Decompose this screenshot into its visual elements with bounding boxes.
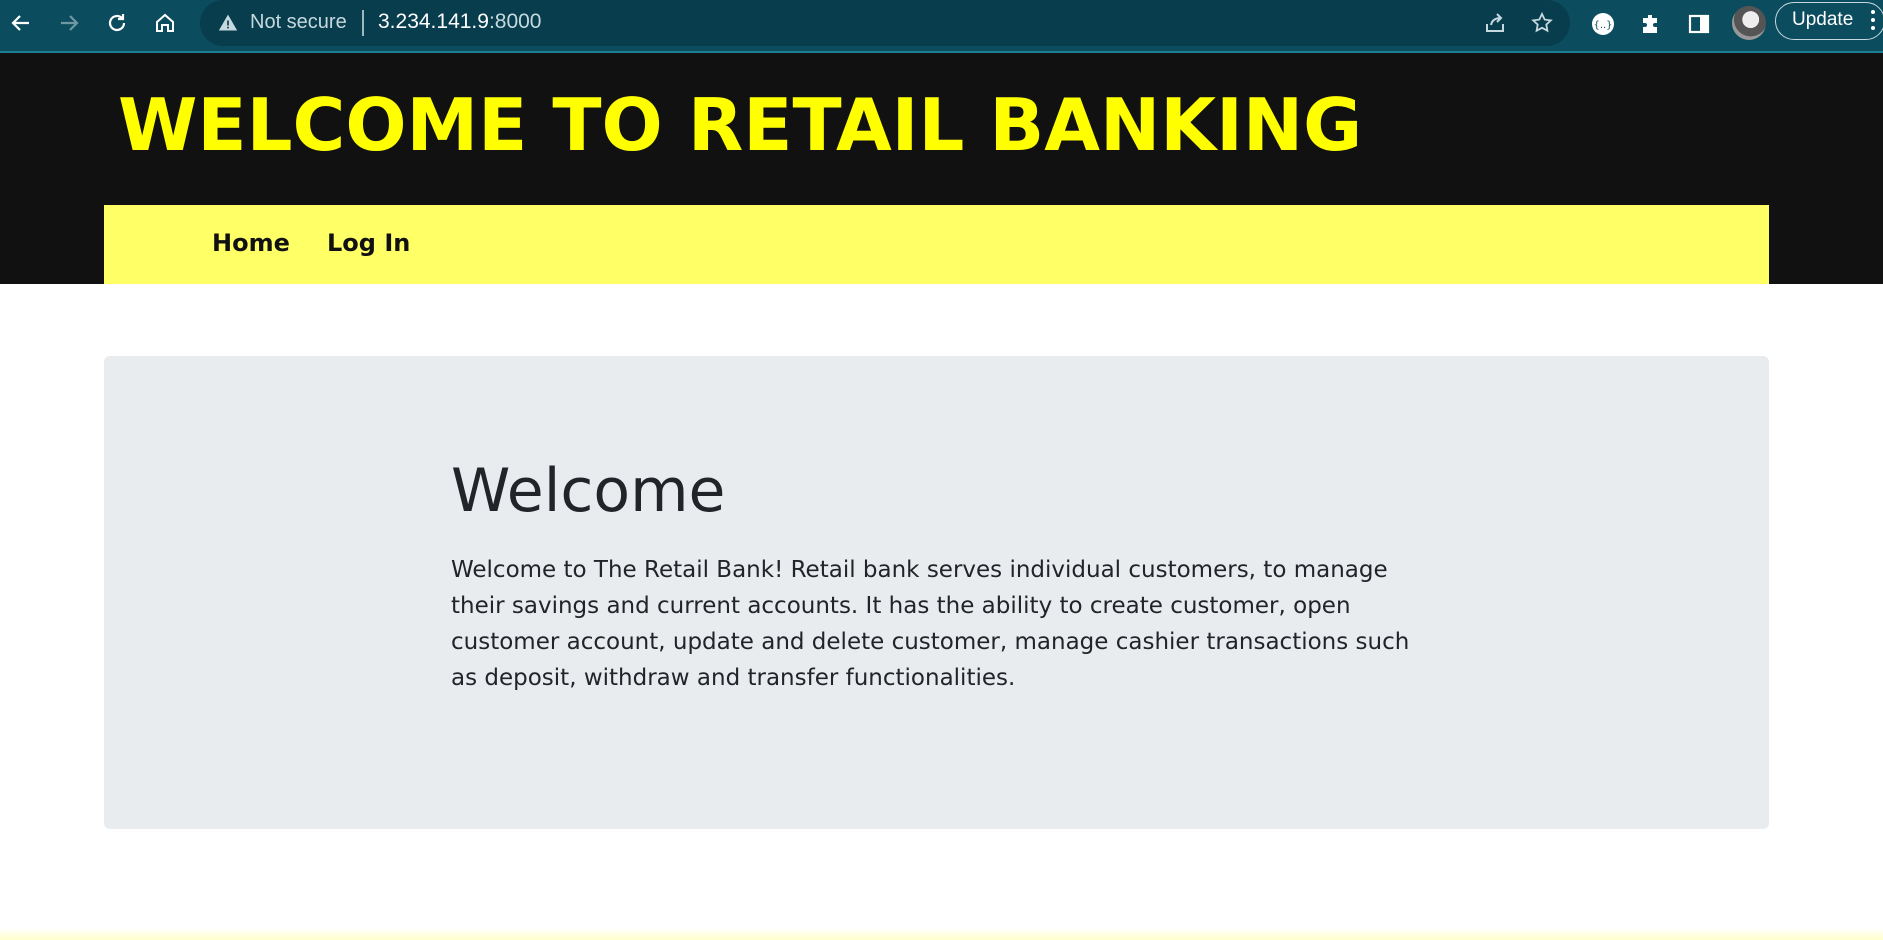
update-button[interactable]: Update xyxy=(1775,2,1883,40)
welcome-jumbotron: Welcome Welcome to The Retail Bank! Reta… xyxy=(104,356,1769,829)
footer-strip xyxy=(0,928,1883,940)
avatar[interactable] xyxy=(1731,5,1767,41)
site-title: WELCOME TO RETAIL BANKING xyxy=(118,83,1363,167)
menu-icon[interactable] xyxy=(1871,10,1877,34)
separator xyxy=(362,10,364,36)
url-text[interactable]: 3.234.141.9:8000 xyxy=(378,10,542,34)
reload-icon[interactable] xyxy=(102,8,132,38)
warning-icon xyxy=(218,13,238,37)
security-label[interactable]: Not secure xyxy=(250,11,347,34)
back-icon[interactable] xyxy=(6,8,36,38)
url-host: 3.234.141.9 xyxy=(378,10,489,33)
site-header: WELCOME TO RETAIL BANKING Home Log In xyxy=(0,53,1883,284)
side-panel-icon[interactable] xyxy=(1683,8,1715,40)
main-navbar: Home Log In xyxy=(104,205,1769,284)
share-icon[interactable] xyxy=(1480,8,1510,38)
welcome-heading: Welcome xyxy=(451,456,726,526)
welcome-description: Welcome to The Retail Bank! Retail bank … xyxy=(451,557,1410,691)
forward-icon[interactable] xyxy=(54,8,84,38)
nav-home-link[interactable]: Home xyxy=(212,229,290,257)
puzzle-icon[interactable] xyxy=(1635,8,1667,40)
home-icon[interactable] xyxy=(150,8,180,38)
url-port: :8000 xyxy=(488,10,542,33)
browser-toolbar: Not secure 3.234.141.9:8000 {..} Update xyxy=(0,0,1883,53)
star-icon[interactable] xyxy=(1527,8,1557,38)
address-bar[interactable]: Not secure 3.234.141.9:8000 xyxy=(200,0,1570,46)
extension-icon[interactable]: {..} xyxy=(1587,8,1619,40)
nav-login-link[interactable]: Log In xyxy=(327,229,410,257)
svg-text:{..}: {..} xyxy=(1593,20,1612,31)
